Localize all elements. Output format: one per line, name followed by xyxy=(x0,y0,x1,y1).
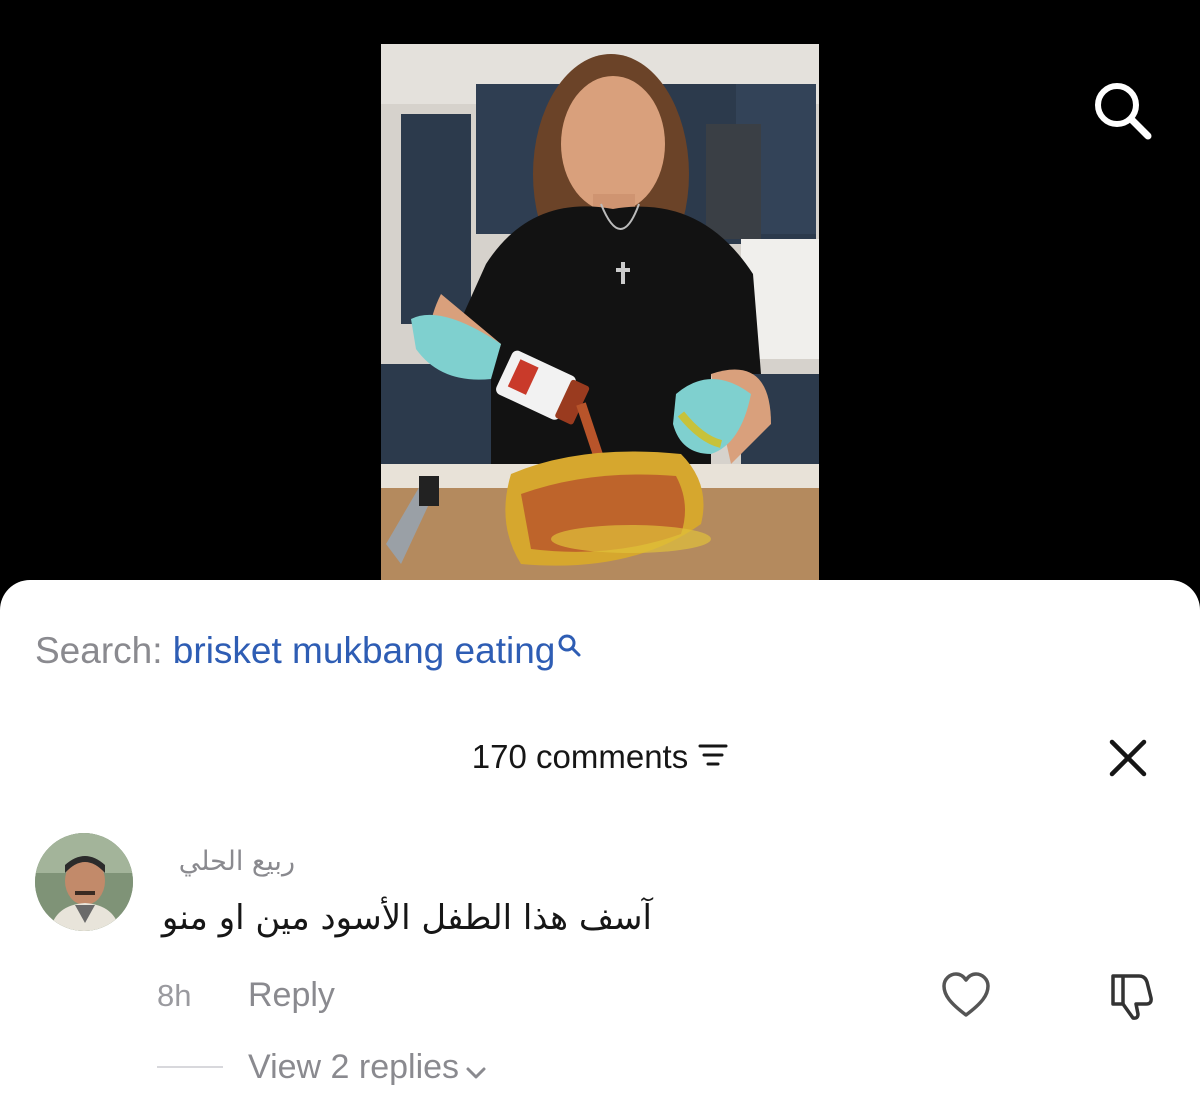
comment-text: آسف هذا الطفل الأسود مين او منو xyxy=(161,898,652,938)
video-thumbnail-image xyxy=(381,44,819,581)
search-small-icon xyxy=(557,626,583,668)
avatar[interactable] xyxy=(35,833,133,931)
view-replies-label: View 2 replies xyxy=(248,1048,460,1086)
chevron-down-icon xyxy=(465,1049,487,1089)
comments-count: 170 comments xyxy=(471,738,689,775)
search-prefix-label: Search: xyxy=(35,630,163,671)
thumbs-down-icon[interactable] xyxy=(1105,968,1159,1022)
reply-button[interactable]: Reply xyxy=(248,976,335,1014)
comment-time: 8h xyxy=(157,978,192,1013)
view-replies-button[interactable]: View 2 replies xyxy=(248,1047,487,1089)
heart-outline-icon[interactable] xyxy=(940,970,992,1020)
video-player[interactable] xyxy=(0,0,1200,600)
comments-header: 170 comments xyxy=(0,735,1200,779)
search-suggestion[interactable]: Search: brisket mukbang eating xyxy=(35,630,583,672)
search-query-link[interactable]: brisket mukbang eating xyxy=(173,630,556,671)
sort-lines-icon[interactable] xyxy=(698,743,728,772)
video-frame[interactable] xyxy=(381,44,819,581)
search-icon[interactable] xyxy=(1090,78,1154,142)
comment-username[interactable]: ربيع الحلي xyxy=(179,846,295,877)
close-icon[interactable] xyxy=(1103,733,1153,783)
replies-divider xyxy=(157,1066,223,1068)
